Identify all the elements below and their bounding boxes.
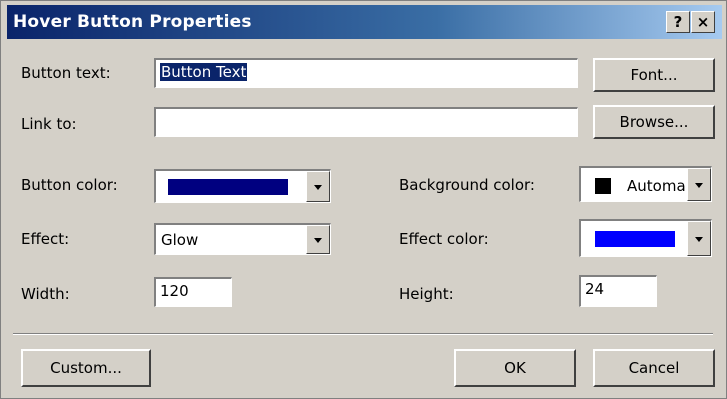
background-color-value: Automa: [627, 177, 686, 195]
browse-button[interactable]: Browse...: [593, 105, 715, 139]
title-bar: Hover Button Properties ? ×: [7, 5, 722, 39]
button-color-select[interactable]: [154, 169, 331, 203]
button-text-value: Button Text: [160, 63, 248, 81]
chevron-down-icon[interactable]: [687, 168, 711, 201]
dialog-title: Hover Button Properties: [13, 12, 252, 32]
link-to-label: Link to:: [21, 115, 77, 133]
height-label: Height:: [399, 285, 454, 303]
chevron-down-icon[interactable]: [687, 221, 711, 256]
font-button[interactable]: Font...: [593, 58, 715, 92]
width-input[interactable]: 120: [154, 277, 232, 307]
close-icon: ×: [696, 13, 710, 31]
chevron-down-icon[interactable]: [306, 225, 330, 254]
effect-select[interactable]: Glow: [154, 223, 331, 255]
background-color-label: Background color:: [399, 176, 535, 194]
close-button[interactable]: ×: [691, 11, 715, 33]
effect-color-swatch: [595, 231, 675, 247]
effect-color-select[interactable]: [579, 219, 712, 257]
width-value: 120: [160, 282, 189, 300]
link-to-input[interactable]: [154, 107, 578, 137]
chevron-down-icon[interactable]: [306, 171, 330, 202]
separator: [13, 333, 713, 335]
button-text-input[interactable]: Button Text: [154, 58, 578, 88]
width-label: Width:: [21, 285, 70, 303]
button-text-label: Button text:: [21, 64, 111, 82]
effect-value: Glow: [161, 231, 199, 249]
help-icon: ?: [673, 13, 683, 31]
custom-button[interactable]: Custom...: [21, 349, 151, 387]
height-input[interactable]: 24: [579, 275, 657, 307]
ok-button[interactable]: OK: [454, 349, 576, 387]
background-color-select[interactable]: Automa: [579, 166, 712, 202]
effect-color-label: Effect color:: [399, 230, 489, 248]
hover-button-properties-dialog: Hover Button Properties ? × Button text:…: [0, 0, 727, 399]
height-value: 24: [585, 280, 605, 298]
cancel-button[interactable]: Cancel: [593, 349, 715, 387]
button-color-swatch: [168, 179, 288, 195]
button-color-label: Button color:: [21, 176, 118, 194]
effect-label: Effect:: [21, 230, 70, 248]
background-color-swatch: [595, 178, 611, 194]
help-button[interactable]: ?: [666, 11, 690, 33]
